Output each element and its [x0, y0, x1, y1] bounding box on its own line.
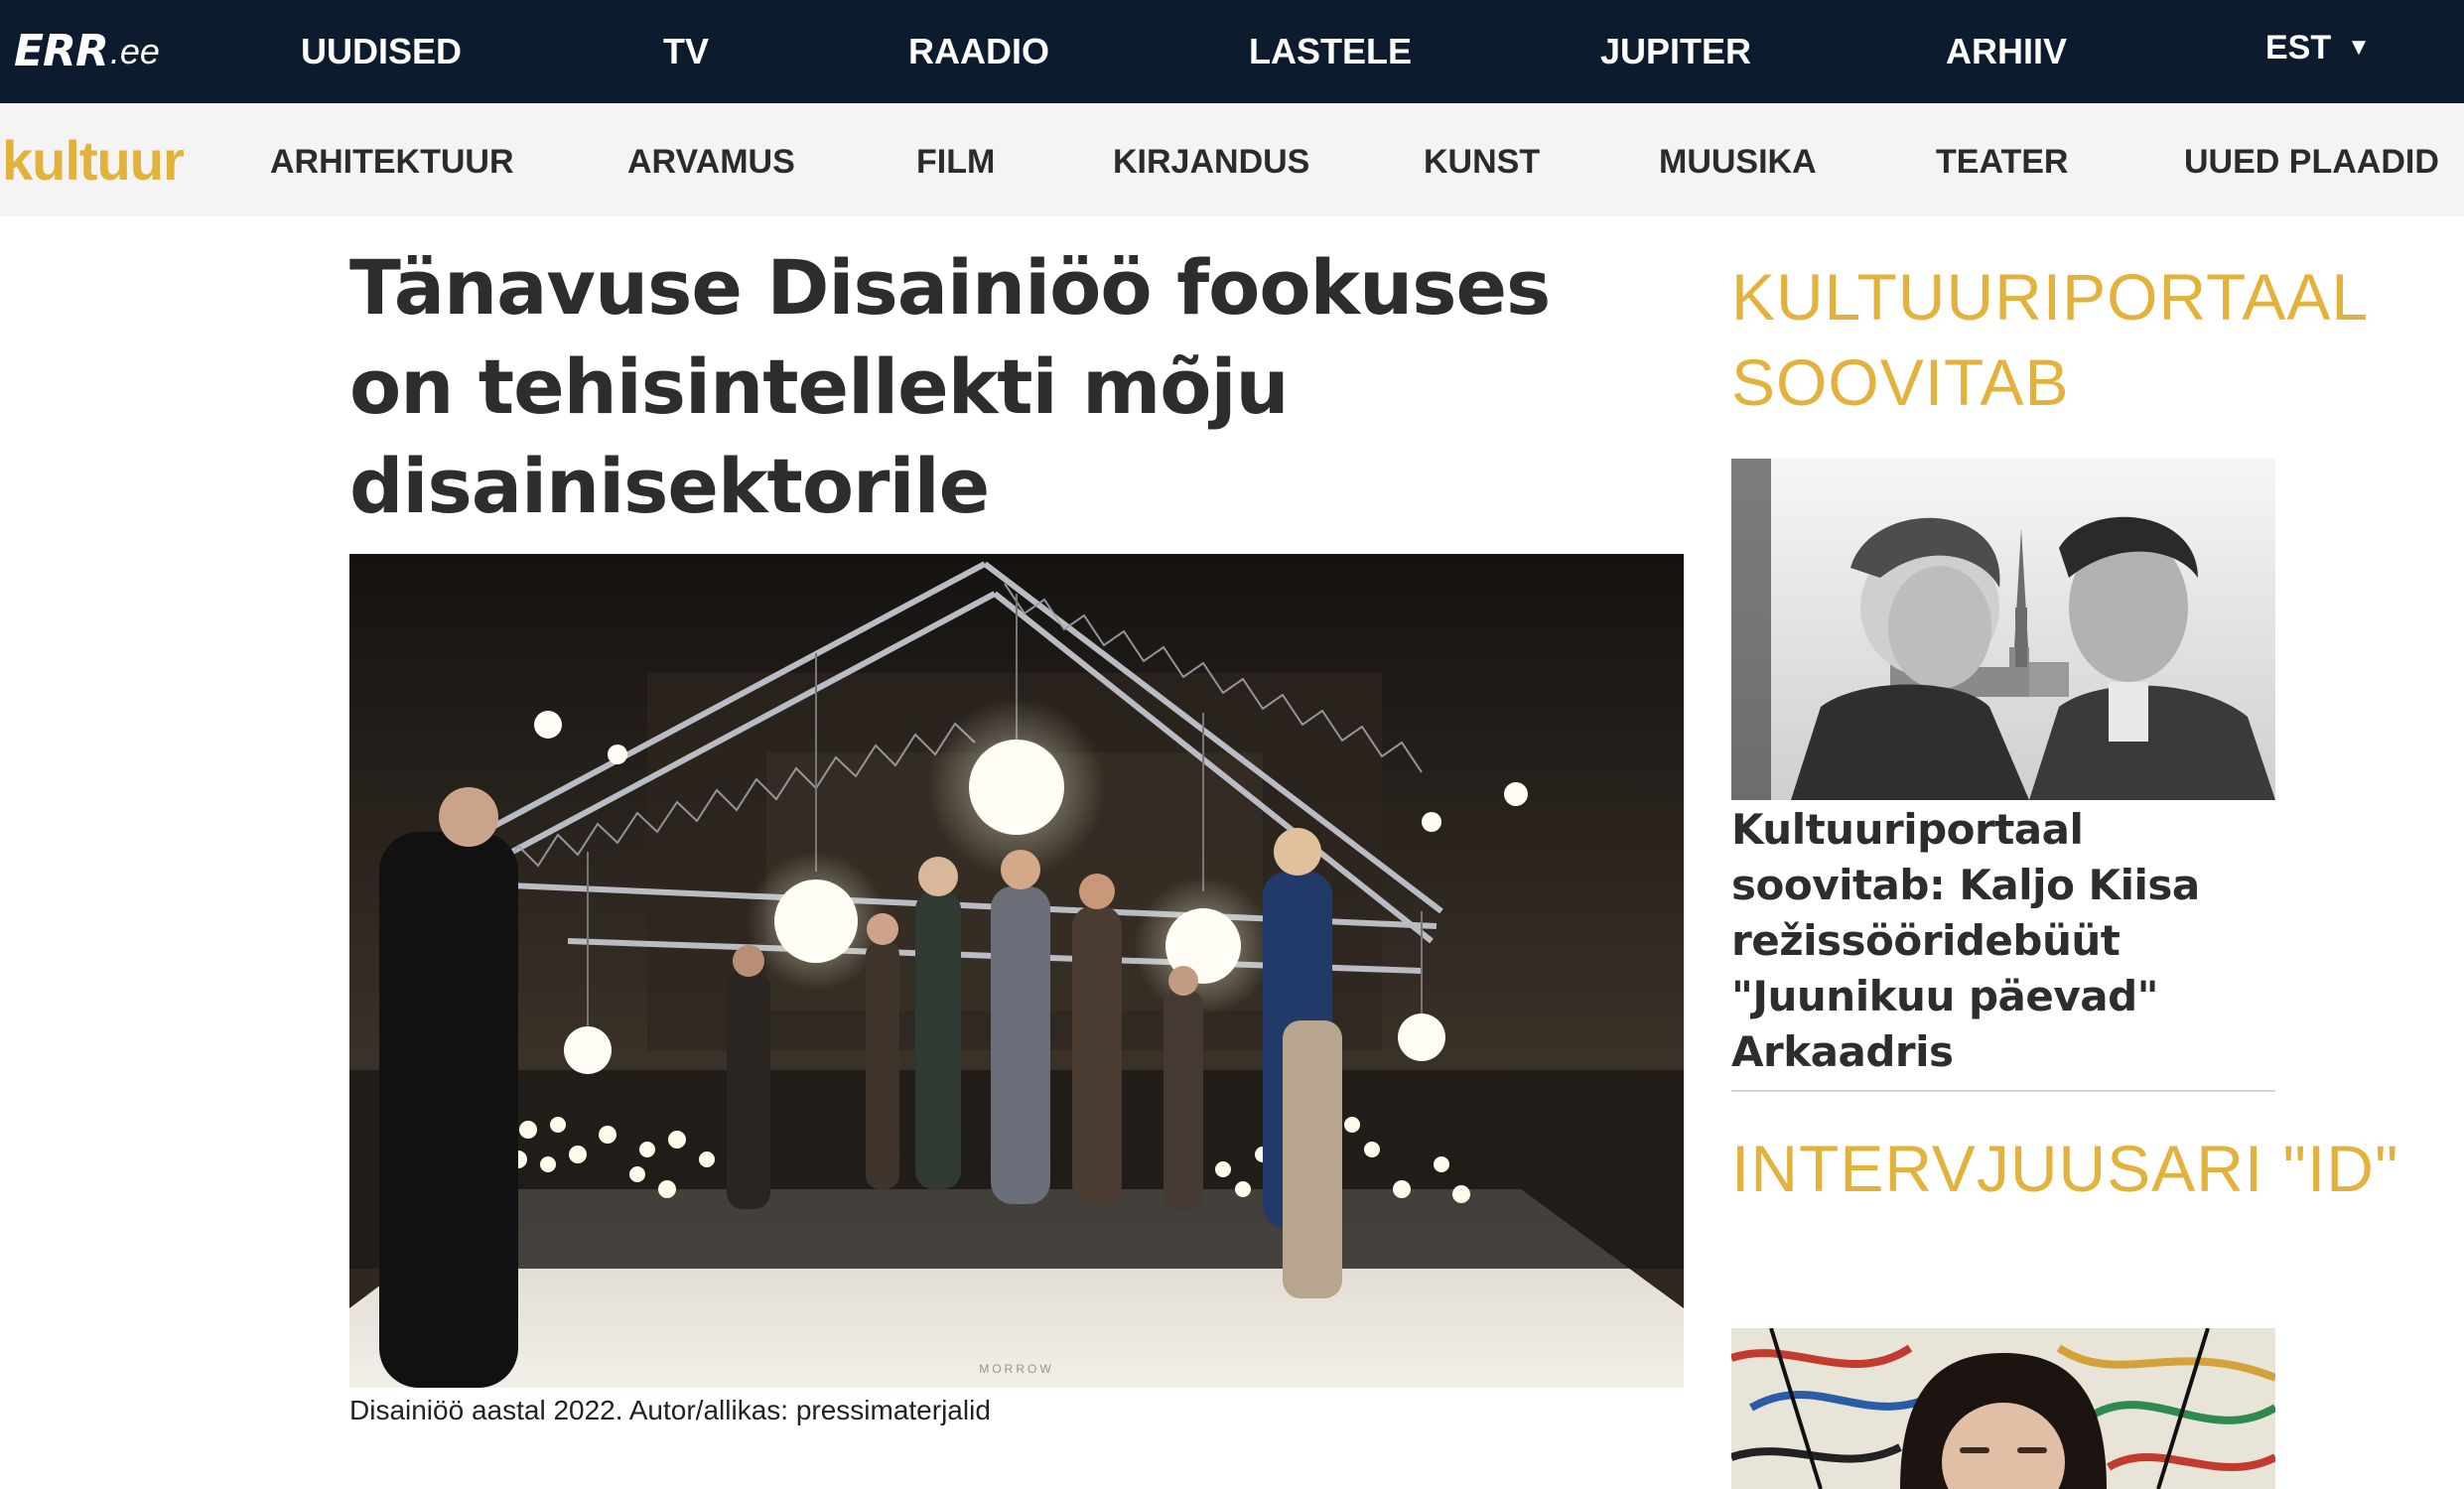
section-nav-muusika[interactable]: MUUSIKA: [1659, 141, 1817, 183]
nav-item-arhiiv[interactable]: ARHIIV: [1946, 30, 2067, 73]
nav-item-jupiter[interactable]: JUPITER: [1600, 30, 1751, 73]
nav-item-uudised[interactable]: UUDISED: [301, 30, 462, 73]
caret-down-icon: ▼: [2347, 34, 2371, 61]
article-hero-image: MORROW: [349, 554, 1684, 1388]
recommendation-image[interactable]: [1731, 459, 2275, 800]
sidebar-heading-recommends[interactable]: KULTUURIPORTAAL SOOVITAB: [1731, 254, 2426, 425]
section-nav-kunst[interactable]: KUNST: [1424, 141, 1540, 183]
err-logo-mark: ERR: [14, 26, 109, 76]
section-nav-arhitektuur[interactable]: ARHITEKTUUR: [270, 141, 514, 183]
image-watermark: MORROW: [979, 1362, 1053, 1376]
portrait-photo: [1731, 1328, 2275, 1489]
sidebar-divider: [1731, 1090, 2275, 1092]
sidebar-heading-interview-series[interactable]: INTERVJUUSARI "ID": [1731, 1126, 2426, 1211]
article-headline: Tänavuse Disainiöö fookuses on tehisinte…: [349, 243, 1551, 530]
nav-item-tv[interactable]: TV: [663, 30, 709, 73]
language-label: EST: [2265, 29, 2332, 67]
section-nav-teater[interactable]: TEATER: [1936, 141, 2068, 183]
err-logo-tld: .ee: [109, 31, 160, 71]
fashion-show-photo: MORROW: [349, 554, 1684, 1388]
section-nav-uued-plaadid[interactable]: UUED PLAADID: [2184, 141, 2439, 183]
film-still-photo: [1731, 459, 2275, 800]
section-nav-kirjandus[interactable]: KIRJANDUS: [1113, 141, 1309, 183]
section-nav-film[interactable]: FILM: [916, 141, 995, 183]
nav-item-raadio[interactable]: RAADIO: [908, 30, 1049, 73]
interview-series-image[interactable]: [1731, 1328, 2275, 1489]
section-navigation-bar: kultuur ARHITEKTUUR ARVAMUS FILM KIRJAND…: [0, 103, 2464, 216]
nav-item-lastele[interactable]: LASTELE: [1249, 30, 1412, 73]
language-selector[interactable]: EST ▼: [2265, 28, 2371, 68]
image-caption: Disainiöö aastal 2022. Autor/allikas: pr…: [349, 1395, 991, 1425]
err-logo-link[interactable]: ERR .ee: [14, 30, 160, 73]
top-navigation-bar: ERR .ee UUDISED TV RAADIO LASTELE JUPITE…: [0, 0, 2464, 103]
section-logo-kultuur[interactable]: kultuur: [2, 133, 185, 189]
section-nav-arvamus[interactable]: ARVAMUS: [627, 141, 795, 183]
recommendation-title-link[interactable]: Kultuuriportaal soovitab: Kaljo Kiisa re…: [1731, 802, 2275, 1080]
